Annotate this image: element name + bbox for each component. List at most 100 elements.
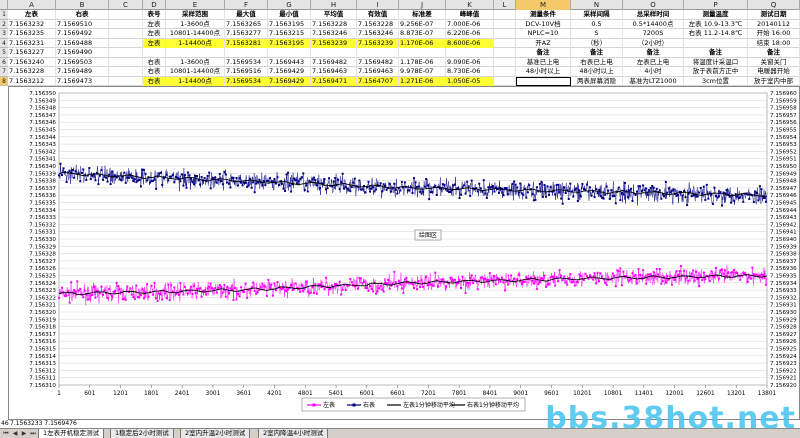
cell-i2[interactable]: 7.1563228	[357, 19, 399, 29]
cell-h5[interactable]	[311, 48, 357, 58]
cell-d1[interactable]: 表号	[143, 10, 166, 20]
cell-q3[interactable]: 开始 16:00	[748, 29, 800, 39]
cell-c1[interactable]	[109, 10, 143, 20]
cell-g6[interactable]: 7.1569443	[268, 57, 311, 67]
cell-e4[interactable]: 1-14400点	[166, 38, 225, 48]
cell-f2[interactable]: 7.1563265	[225, 19, 268, 29]
cell-l5[interactable]	[494, 48, 516, 58]
cell-a7[interactable]: 7.1563228	[8, 67, 56, 77]
cell-a2[interactable]: 7.1563232	[8, 19, 56, 29]
cell-l1[interactable]	[494, 10, 516, 20]
cell-h6[interactable]: 7.1569482	[311, 57, 357, 67]
cell-h2[interactable]: 7.1563228	[311, 19, 357, 29]
row-header-4[interactable]: 4	[0, 39, 8, 48]
cell-o3[interactable]: 7200S	[623, 29, 684, 39]
cell-e2[interactable]: 1-3600点	[166, 19, 225, 29]
cell-g5[interactable]	[268, 48, 311, 58]
cell-n7[interactable]: 48小时以上	[571, 67, 623, 77]
column-header-j[interactable]: J	[399, 0, 446, 10]
cell-b3[interactable]: 7.1569492	[56, 29, 109, 39]
cell-j6[interactable]: 1.178E-06	[399, 57, 446, 67]
cell-a4[interactable]: 7.1563231	[8, 38, 56, 48]
cell-m6[interactable]: 基准已上电	[516, 57, 571, 67]
sheet-tab[interactable]: 2室内升温2小时测试	[180, 429, 251, 438]
tab-prev-icon[interactable]: ◀	[11, 430, 19, 438]
cell-q1[interactable]: 测试日期	[748, 10, 800, 20]
cell-f3[interactable]: 7.1563277	[225, 29, 268, 39]
cell-e8[interactable]: 1-14400点	[166, 76, 225, 86]
cell-p2[interactable]: 左表 10.9-13.3℃	[684, 19, 748, 29]
cell-n4[interactable]: （秒）	[571, 38, 623, 48]
cell-k5[interactable]	[446, 48, 494, 58]
cell-o8[interactable]: 基准为LTZ1000	[623, 76, 684, 86]
cell-h1[interactable]: 平均值	[311, 10, 357, 20]
cell-i1[interactable]: 有效值	[357, 10, 399, 20]
cell-f1[interactable]: 最大值	[225, 10, 268, 20]
column-header-p[interactable]: P	[684, 0, 748, 10]
cell-j1[interactable]: 标准差	[399, 10, 446, 20]
tab-last-icon[interactable]: ⏭	[29, 430, 37, 438]
cell-i4[interactable]: 7.1563239	[357, 38, 399, 48]
cell-g2[interactable]: 7.1563195	[268, 19, 311, 29]
cell-g4[interactable]: 7.1563195	[268, 38, 311, 48]
cell-o7[interactable]: 4小时	[623, 67, 684, 77]
cell-b6[interactable]: 7.1569503	[56, 57, 109, 67]
cell-g1[interactable]: 最小值	[268, 10, 311, 20]
tab-next-icon[interactable]: ▶	[20, 430, 28, 438]
cell-c4[interactable]	[109, 38, 143, 48]
cell-l3[interactable]	[494, 29, 516, 39]
cell-m2[interactable]: DCV-10V档	[516, 19, 571, 29]
cell-l2[interactable]	[494, 19, 516, 29]
cell-m8[interactable]	[516, 76, 571, 86]
cell-i3[interactable]: 7.1563246	[357, 29, 399, 39]
cell-n2[interactable]: 0.5	[571, 19, 623, 29]
cell-p8[interactable]: 3cm位置	[684, 76, 748, 86]
cell-l4[interactable]	[494, 38, 516, 48]
cell-o1[interactable]: 总采样时间	[623, 10, 684, 20]
cell-q5[interactable]: 备注	[748, 48, 800, 58]
cell-a8[interactable]: 7.1563212	[8, 76, 56, 86]
column-header-h[interactable]: H	[311, 0, 357, 10]
cell-q4[interactable]: 结束 18:00	[748, 38, 800, 48]
cell-k8[interactable]: 1.050E-05	[446, 76, 494, 86]
cell-c2[interactable]	[109, 19, 143, 29]
cell-i7[interactable]: 7.1569463	[357, 67, 399, 77]
row-46-values[interactable]: 7.1563233 7.1569476	[10, 420, 77, 427]
cell-b7[interactable]: 7.1569489	[56, 67, 109, 77]
column-header-q[interactable]: Q	[748, 0, 800, 10]
cell-d4[interactable]: 左表	[143, 38, 166, 48]
cell-g7[interactable]: 7.1569429	[268, 67, 311, 77]
cell-k6[interactable]: 9.090E-06	[446, 57, 494, 67]
cell-o2[interactable]: 0.5*14400点	[623, 19, 684, 29]
cell-a6[interactable]: 7.1563240	[8, 57, 56, 67]
cell-k1[interactable]: 峰峰值	[446, 10, 494, 20]
cell-c3[interactable]	[109, 29, 143, 39]
spreadsheet-grid[interactable]: 左表 右表 表号 采样范围 最大值 最小值 平均值 有效值 标准差 峰峰值 测量条件 采样间隔 总采样时…	[8, 10, 800, 86]
row-header-8[interactable]: 8	[0, 76, 8, 86]
cell-n1[interactable]: 采样间隔	[571, 10, 623, 20]
cell-p6[interactable]: 将温度计采温口	[684, 57, 748, 67]
column-header-m[interactable]: M	[516, 0, 571, 10]
cell-k4[interactable]: 8.600E-06	[446, 38, 494, 48]
cell-l8[interactable]	[494, 76, 516, 86]
cell-p3[interactable]: 右表 11.2-14.8℃	[684, 29, 748, 39]
cell-o4[interactable]: （2小时）	[623, 38, 684, 48]
column-header-i[interactable]: I	[357, 0, 399, 10]
cell-d5[interactable]	[143, 48, 166, 58]
column-header-a[interactable]: A	[8, 0, 56, 10]
cell-m7[interactable]: 48小时以上	[516, 67, 571, 77]
cell-q8[interactable]: 放于室内中部	[748, 76, 800, 86]
cell-n8[interactable]: 两表屏幕消隐	[571, 76, 623, 86]
cell-d8[interactable]: 右表	[143, 76, 166, 86]
cell-i5[interactable]	[357, 48, 399, 58]
row-header-7[interactable]: 7	[0, 67, 8, 77]
cell-h3[interactable]: 7.1563246	[311, 29, 357, 39]
column-header-e[interactable]: E	[166, 0, 225, 10]
cell-k2[interactable]: 7.000E-06	[446, 19, 494, 29]
cell-l6[interactable]	[494, 57, 516, 67]
cell-o5[interactable]: 备注	[623, 48, 684, 58]
cell-f8[interactable]: 7.1569534	[225, 76, 268, 86]
cell-c7[interactable]	[109, 67, 143, 77]
cell-b8[interactable]: 7.1569473	[56, 76, 109, 86]
cell-k3[interactable]: 6.220E-06	[446, 29, 494, 39]
